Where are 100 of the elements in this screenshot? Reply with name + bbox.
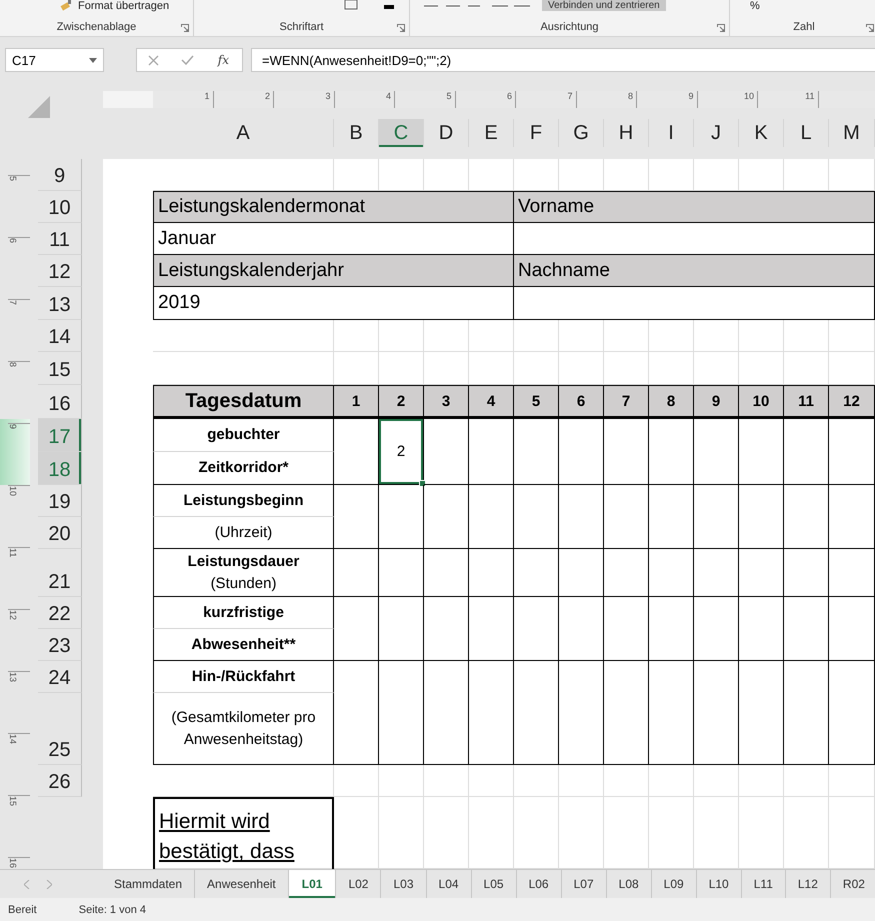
table-cell[interactable]: [694, 485, 739, 550]
table-cell[interactable]: [784, 419, 829, 486]
table-cell[interactable]: [694, 549, 739, 598]
row-header[interactable]: 13: [38, 287, 82, 320]
table-cell[interactable]: [469, 661, 514, 766]
heading-cell: 7: [604, 385, 649, 420]
row-header[interactable]: 16: [38, 385, 82, 420]
table-cell[interactable]: [604, 549, 649, 598]
table-cell[interactable]: [334, 485, 379, 550]
table-cell[interactable]: [694, 597, 739, 662]
table-cell[interactable]: [424, 419, 469, 486]
table-cell[interactable]: [559, 549, 604, 598]
row-header[interactable]: 10: [38, 191, 82, 224]
table-cell[interactable]: [559, 661, 604, 766]
name-box[interactable]: C17: [5, 48, 104, 72]
table-cell: (Gesamtkilometer pro Anwesenheitstag): [153, 693, 334, 766]
table-cell[interactable]: [829, 661, 875, 766]
row-header[interactable]: 17: [38, 419, 82, 452]
table-cell[interactable]: [784, 485, 829, 550]
table-cell[interactable]: [379, 485, 424, 550]
checkmark-icon[interactable]: [180, 55, 194, 66]
table-cell[interactable]: [694, 661, 739, 766]
row-header[interactable]: 23: [38, 629, 82, 662]
border-icon[interactable]: [344, 0, 358, 10]
table-cell[interactable]: [334, 549, 379, 598]
table-cell[interactable]: [469, 597, 514, 662]
table-cell[interactable]: [829, 597, 875, 662]
table-cell[interactable]: [424, 549, 469, 598]
table-cell[interactable]: [829, 485, 875, 550]
table-cell[interactable]: [739, 485, 784, 550]
table-cell[interactable]: [514, 419, 559, 486]
table-cell[interactable]: [424, 597, 469, 662]
table-cell[interactable]: [604, 419, 649, 486]
table-cell[interactable]: [334, 597, 379, 662]
table-cell[interactable]: [469, 485, 514, 550]
empty-cell: [694, 765, 739, 798]
row-header[interactable]: 21: [38, 549, 82, 598]
table-cell[interactable]: 2: [379, 419, 424, 486]
table-cell[interactable]: [334, 661, 379, 766]
table-cell[interactable]: [514, 549, 559, 598]
table-cell[interactable]: [784, 597, 829, 662]
row-header[interactable]: 22: [38, 597, 82, 630]
dialog-launcher-icon[interactable]: [397, 24, 405, 32]
row-header[interactable]: 12: [38, 255, 82, 288]
row-header[interactable]: 20: [38, 517, 82, 550]
row-header[interactable]: 25: [38, 693, 82, 766]
row-header[interactable]: 11: [38, 223, 82, 256]
row-header[interactable]: 18: [38, 452, 82, 486]
dialog-launcher-icon[interactable]: [181, 24, 189, 32]
table-cell[interactable]: [784, 549, 829, 598]
table-cell[interactable]: [829, 549, 875, 598]
note-text: Hiermit wird: [159, 809, 270, 836]
sheet-tab[interactable]: L01: [288, 870, 336, 898]
table-cell[interactable]: [739, 661, 784, 766]
table-cell[interactable]: [739, 597, 784, 662]
format-painter-button[interactable]: Format übertragen: [60, 0, 170, 12]
table-cell[interactable]: [514, 485, 559, 550]
table-cell[interactable]: [559, 419, 604, 486]
table-cell[interactable]: [559, 485, 604, 550]
row-header[interactable]: 19: [38, 485, 82, 518]
table-cell[interactable]: [424, 661, 469, 766]
table-cell[interactable]: [649, 549, 694, 598]
table-cell[interactable]: [559, 597, 604, 662]
table-cell[interactable]: [694, 419, 739, 486]
table-cell[interactable]: [379, 661, 424, 766]
row-header[interactable]: 26: [38, 765, 82, 798]
table-cell: 2019: [153, 287, 514, 320]
table-cell[interactable]: [739, 419, 784, 486]
table-cell[interactable]: [514, 597, 559, 662]
dialog-launcher-icon[interactable]: [717, 24, 725, 32]
dialog-launcher-icon[interactable]: [866, 24, 874, 32]
table-cell[interactable]: [604, 597, 649, 662]
table-cell[interactable]: [604, 485, 649, 550]
table-cell[interactable]: [739, 549, 784, 598]
table-cell[interactable]: [649, 661, 694, 766]
formula-field[interactable]: =WENN(Anwesenheit!D9=0;"";2): [251, 48, 875, 72]
column-header[interactable]: C: [379, 119, 424, 148]
table-cell[interactable]: [649, 597, 694, 662]
table-cell[interactable]: [784, 661, 829, 766]
row-header[interactable]: 9: [38, 159, 82, 192]
merge-center-button[interactable]: Verbinden und zentrieren: [542, 0, 666, 11]
row-header[interactable]: 24: [38, 661, 82, 694]
empty-cell: [424, 765, 469, 798]
table-cell[interactable]: [379, 549, 424, 598]
percent-button[interactable]: %: [750, 0, 760, 12]
table-cell[interactable]: [649, 485, 694, 550]
table-cell[interactable]: [334, 419, 379, 486]
row-header[interactable]: 14: [38, 320, 82, 352]
table-cell[interactable]: [514, 661, 559, 766]
table-cell[interactable]: [469, 549, 514, 598]
table-cell[interactable]: [469, 419, 514, 486]
empty-cell: [784, 765, 829, 798]
table-cell[interactable]: [829, 419, 875, 486]
table-cell[interactable]: [604, 661, 649, 766]
insert-function-button[interactable]: fx: [216, 53, 232, 68]
row-header[interactable]: 15: [38, 352, 82, 386]
table-cell[interactable]: [649, 419, 694, 486]
table-cell[interactable]: [424, 485, 469, 550]
table-cell[interactable]: [379, 597, 424, 662]
fill-handle[interactable]: [419, 480, 426, 488]
